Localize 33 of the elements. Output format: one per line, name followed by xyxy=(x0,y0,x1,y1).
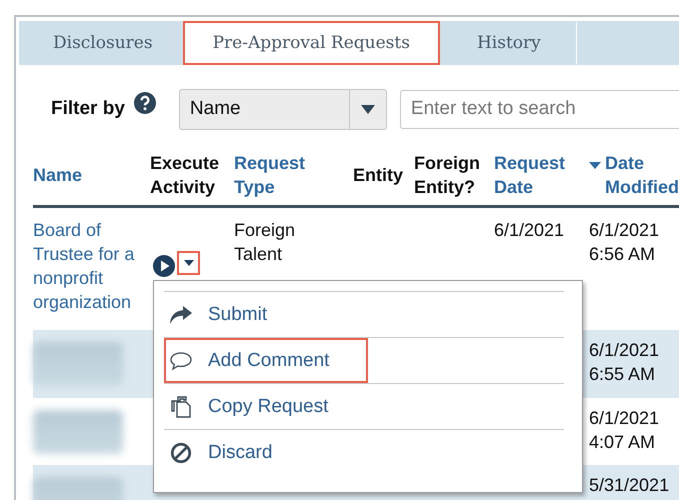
column-header: Entity xyxy=(353,164,404,187)
help-icon[interactable] xyxy=(134,92,156,114)
table-cell-text: 6/1/2021 xyxy=(494,219,564,242)
tab[interactable]: Disclosures xyxy=(19,21,183,65)
menu-item[interactable]: Discard xyxy=(164,430,368,475)
tab[interactable]: History xyxy=(440,21,577,65)
activity-dropdown-button[interactable] xyxy=(177,251,200,275)
table-cell-text: 5/31/2021 xyxy=(589,474,670,497)
table-cell-text: Foreign Talent xyxy=(234,219,296,266)
table-cell-text: 6/1/2021 4:07 AM xyxy=(589,407,660,454)
column-header[interactable]: Request Type xyxy=(234,151,334,199)
caret-icon xyxy=(184,260,194,266)
filter-label: Filter by xyxy=(51,98,125,120)
column-header[interactable]: Name xyxy=(33,163,82,187)
menu-item[interactable]: Submit xyxy=(164,292,368,337)
table-cell-text: 6/1/2021 6:55 AM xyxy=(589,339,660,386)
caret-icon xyxy=(360,104,375,114)
search-field[interactable]: Enter text to search xyxy=(400,90,679,128)
table-cell-text: 6/1/2021 6:56 AM xyxy=(589,219,660,266)
play-icon[interactable] xyxy=(153,255,175,277)
column-header: Foreign Entity? xyxy=(414,152,481,199)
forward-arrow-icon xyxy=(169,304,193,326)
column-header: Execute Activity xyxy=(150,152,220,199)
menu-item[interactable]: Add Comment xyxy=(164,338,368,383)
tab[interactable]: Pre-Approval Requests xyxy=(182,21,440,65)
filter-dropdown[interactable]: Name xyxy=(178,88,387,130)
speech-bubble-icon xyxy=(169,350,193,372)
column-header[interactable]: Date Modified xyxy=(589,151,679,199)
request-name-link[interactable]: Board of Trustee for a nonprofit organization xyxy=(33,218,150,314)
copy-icon xyxy=(169,396,193,418)
menu-item[interactable]: Copy Request xyxy=(164,384,368,429)
prohibited-icon xyxy=(169,442,193,464)
column-header[interactable]: Request Date xyxy=(494,151,589,199)
